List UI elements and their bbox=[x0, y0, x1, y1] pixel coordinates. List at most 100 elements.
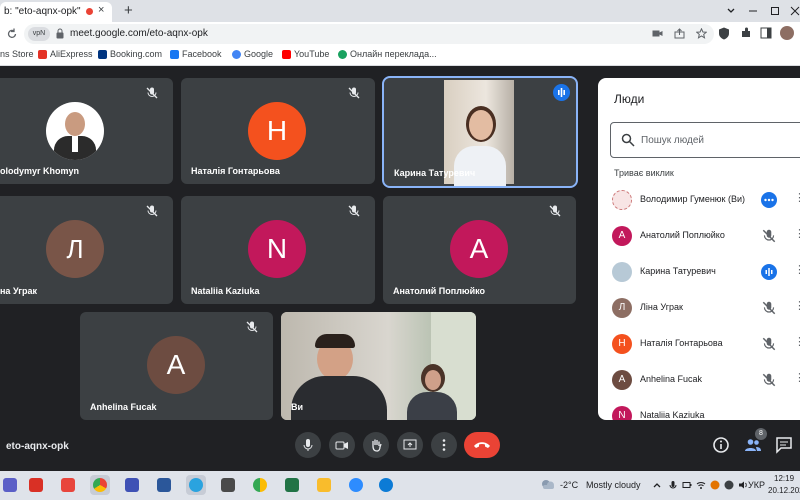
recording-dot-icon bbox=[86, 8, 93, 15]
taskbar-app-zoom[interactable] bbox=[346, 475, 366, 495]
volume-icon[interactable] bbox=[738, 480, 748, 490]
address-bar[interactable]: vpN meet.google.com/eto-aqnx-opk bbox=[24, 24, 714, 44]
bookmark-facebook[interactable]: Facebook bbox=[170, 49, 222, 59]
taskbar-app-telegram[interactable] bbox=[186, 475, 206, 495]
taskbar-app-chrome[interactable] bbox=[90, 475, 110, 495]
onedrive-icon[interactable] bbox=[724, 480, 734, 490]
extensions-icon[interactable] bbox=[740, 27, 752, 39]
participant-row[interactable]: A Анатолий Поплюйко ⋮ bbox=[598, 218, 800, 254]
leave-call-button[interactable] bbox=[464, 432, 500, 458]
self-video-tile[interactable]: Ви bbox=[281, 312, 476, 420]
raise-hand-button[interactable] bbox=[363, 432, 389, 458]
present-button[interactable] bbox=[397, 432, 423, 458]
participant-tile-7[interactable]: A Anhelina Fucak bbox=[80, 312, 273, 420]
participant-tile-1[interactable]: olodymyr Khomyn bbox=[0, 78, 173, 184]
more-options-button[interactable] bbox=[431, 432, 457, 458]
profile-avatar[interactable] bbox=[780, 26, 794, 40]
tab-close-icon[interactable]: × bbox=[98, 4, 104, 16]
search-box[interactable] bbox=[610, 122, 800, 158]
camera-button[interactable] bbox=[329, 432, 355, 458]
participant-row[interactable]: Л Ліна Уграк ⋮ bbox=[598, 290, 800, 326]
weather-temp[interactable]: -2°C bbox=[560, 480, 578, 490]
taskbar-app-teams[interactable] bbox=[0, 475, 20, 495]
share-icon[interactable] bbox=[674, 28, 685, 39]
new-tab-button[interactable]: + bbox=[124, 2, 133, 19]
kebab-menu-icon[interactable]: ⋮ bbox=[794, 299, 800, 312]
microphone-tray-icon[interactable] bbox=[668, 480, 678, 490]
chevron-up-icon[interactable] bbox=[652, 480, 662, 490]
kebab-menu-icon[interactable]: ⋮ bbox=[794, 335, 800, 348]
participant-tile-4[interactable]: Л на Уграк bbox=[0, 196, 173, 304]
participant-row[interactable]: Карина Татуревич ⋮ bbox=[598, 254, 800, 290]
tile-name: Nataliia Kaziuka bbox=[191, 286, 260, 296]
bookmark-translate[interactable]: Онлайн перекладa... bbox=[338, 49, 437, 59]
participant-row[interactable]: Володимир Гуменюк (Ви) ⋮ bbox=[598, 182, 800, 218]
kebab-menu-icon[interactable]: ⋮ bbox=[794, 263, 800, 276]
clock-date[interactable]: 20.12.202 bbox=[768, 486, 800, 495]
people-panel: Люди Триває виклик Володимир Гуменюк (Ви… bbox=[598, 78, 800, 420]
taskbar-app-pdf[interactable] bbox=[58, 475, 78, 495]
wifi-icon[interactable] bbox=[696, 480, 706, 490]
taskbar-app-excel[interactable] bbox=[282, 475, 302, 495]
google-icon bbox=[232, 49, 241, 59]
bookmarks-bar: ns Store AliExpress Booking.com Facebook… bbox=[0, 46, 800, 66]
participant-name: Anhelina Fucak bbox=[640, 374, 703, 384]
kebab-menu-icon[interactable]: ⋮ bbox=[794, 191, 800, 204]
chat-icon[interactable] bbox=[775, 436, 793, 454]
reload-icon[interactable] bbox=[6, 28, 18, 40]
microphone-button[interactable] bbox=[295, 432, 321, 458]
weather-text[interactable]: Mostly cloudy bbox=[586, 480, 641, 490]
sidebar-icon[interactable] bbox=[760, 27, 772, 39]
kebab-menu-icon[interactable]: ⋮ bbox=[794, 227, 800, 240]
window-close-icon[interactable] bbox=[790, 6, 800, 16]
aliexpress-icon bbox=[38, 49, 47, 59]
shield-icon[interactable] bbox=[718, 27, 730, 40]
bookmark-aliexpress[interactable]: AliExpress bbox=[38, 49, 93, 59]
pdf-icon bbox=[61, 478, 75, 492]
language-indicator[interactable]: УКР bbox=[748, 480, 765, 490]
edge-icon bbox=[379, 478, 393, 492]
browser-tab[interactable]: b: "eto-aqnx-opk" × bbox=[0, 2, 112, 22]
taskbar-app-chrome-2[interactable] bbox=[250, 475, 270, 495]
star-icon[interactable] bbox=[696, 28, 707, 39]
taskbar-app-word[interactable] bbox=[154, 475, 174, 495]
cloud-icon[interactable] bbox=[540, 478, 556, 490]
battery-icon[interactable] bbox=[682, 480, 692, 490]
taskbar-app-calculator[interactable] bbox=[218, 475, 238, 495]
lock-icon[interactable] bbox=[56, 28, 64, 39]
participant-row[interactable]: N Nataliia Kaziuka bbox=[598, 398, 800, 420]
bookmark-ns-store[interactable]: ns Store bbox=[0, 49, 34, 59]
bookmark-booking[interactable]: Booking.com bbox=[98, 49, 162, 59]
url-text[interactable]: meet.google.com/eto-aqnx-opk bbox=[70, 28, 208, 39]
participant-tile-3[interactable]: Карина Татуревич bbox=[382, 76, 578, 188]
participant-tile-2[interactable]: H Наталія Гонтарьова bbox=[181, 78, 375, 184]
excel-icon bbox=[285, 478, 299, 492]
mic-off-icon[interactable] bbox=[761, 372, 777, 388]
participant-row[interactable]: A Anhelina Fucak ⋮ bbox=[598, 362, 800, 398]
bookmark-google[interactable]: Google bbox=[232, 49, 273, 59]
info-icon[interactable] bbox=[712, 436, 730, 454]
maximize-icon[interactable] bbox=[770, 6, 780, 16]
kebab-menu-icon[interactable]: ⋮ bbox=[794, 371, 800, 384]
participant-row[interactable]: H Наталія Гонтарьова ⋮ bbox=[598, 326, 800, 362]
taskbar-app-explorer[interactable] bbox=[314, 475, 334, 495]
vpn-chip[interactable]: vpN bbox=[28, 27, 50, 41]
bluetooth-icon[interactable] bbox=[710, 480, 720, 490]
camera-indicator-icon[interactable] bbox=[652, 28, 663, 39]
taskbar-app-save[interactable] bbox=[122, 475, 142, 495]
mic-off-icon[interactable] bbox=[761, 300, 777, 316]
chevron-down-icon[interactable] bbox=[726, 6, 736, 16]
minimize-icon[interactable] bbox=[748, 6, 758, 16]
mic-off-icon[interactable] bbox=[761, 336, 777, 352]
clock-time[interactable]: 12:19 bbox=[774, 474, 794, 483]
more-options-icon[interactable] bbox=[761, 192, 777, 208]
participant-tile-6[interactable]: A Анатолий Поплюйко bbox=[383, 196, 576, 304]
participant-name: Наталія Гонтарьова bbox=[640, 338, 723, 348]
search-input[interactable] bbox=[641, 132, 800, 148]
taskbar-app-red[interactable] bbox=[26, 475, 46, 495]
bookmark-youtube[interactable]: YouTube bbox=[282, 49, 329, 59]
taskbar-app-edge[interactable] bbox=[376, 475, 396, 495]
mic-off-icon[interactable] bbox=[761, 228, 777, 244]
speaking-icon[interactable] bbox=[761, 264, 777, 280]
participant-tile-5[interactable]: N Nataliia Kaziuka bbox=[181, 196, 375, 304]
